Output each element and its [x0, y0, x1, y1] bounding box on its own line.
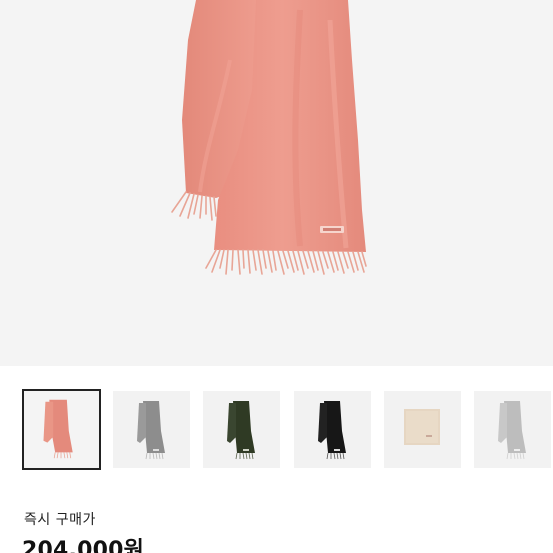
instant-buy-price: 204,000원 — [22, 538, 145, 553]
variant-thumbnail-black[interactable] — [294, 391, 371, 468]
product-detail-page: 즉시 구매가 204,000원 — [0, 0, 553, 553]
variant-thumbnail-beige[interactable] — [384, 391, 461, 468]
variant-thumbnail-green[interactable] — [203, 391, 280, 468]
scarf-grey-thumbnail — [137, 401, 165, 460]
instant-buy-price-label: 즉시 구매가 — [24, 512, 96, 528]
scarf-pink-thumbnail — [43, 399, 73, 459]
scarf-light-grey-thumbnail — [498, 401, 526, 460]
scarf-beige-thumbnail — [404, 409, 440, 445]
variant-thumbnail-light-grey[interactable] — [474, 391, 551, 468]
variant-thumbnail-list — [0, 389, 553, 475]
main-product-image[interactable] — [0, 0, 553, 366]
variant-thumbnail-pink[interactable] — [22, 389, 101, 470]
scarf-image — [171, 0, 367, 275]
variant-thumbnail-grey[interactable] — [113, 391, 190, 468]
scarf-black-thumbnail — [318, 401, 346, 460]
scarf-green-thumbnail — [227, 401, 255, 460]
